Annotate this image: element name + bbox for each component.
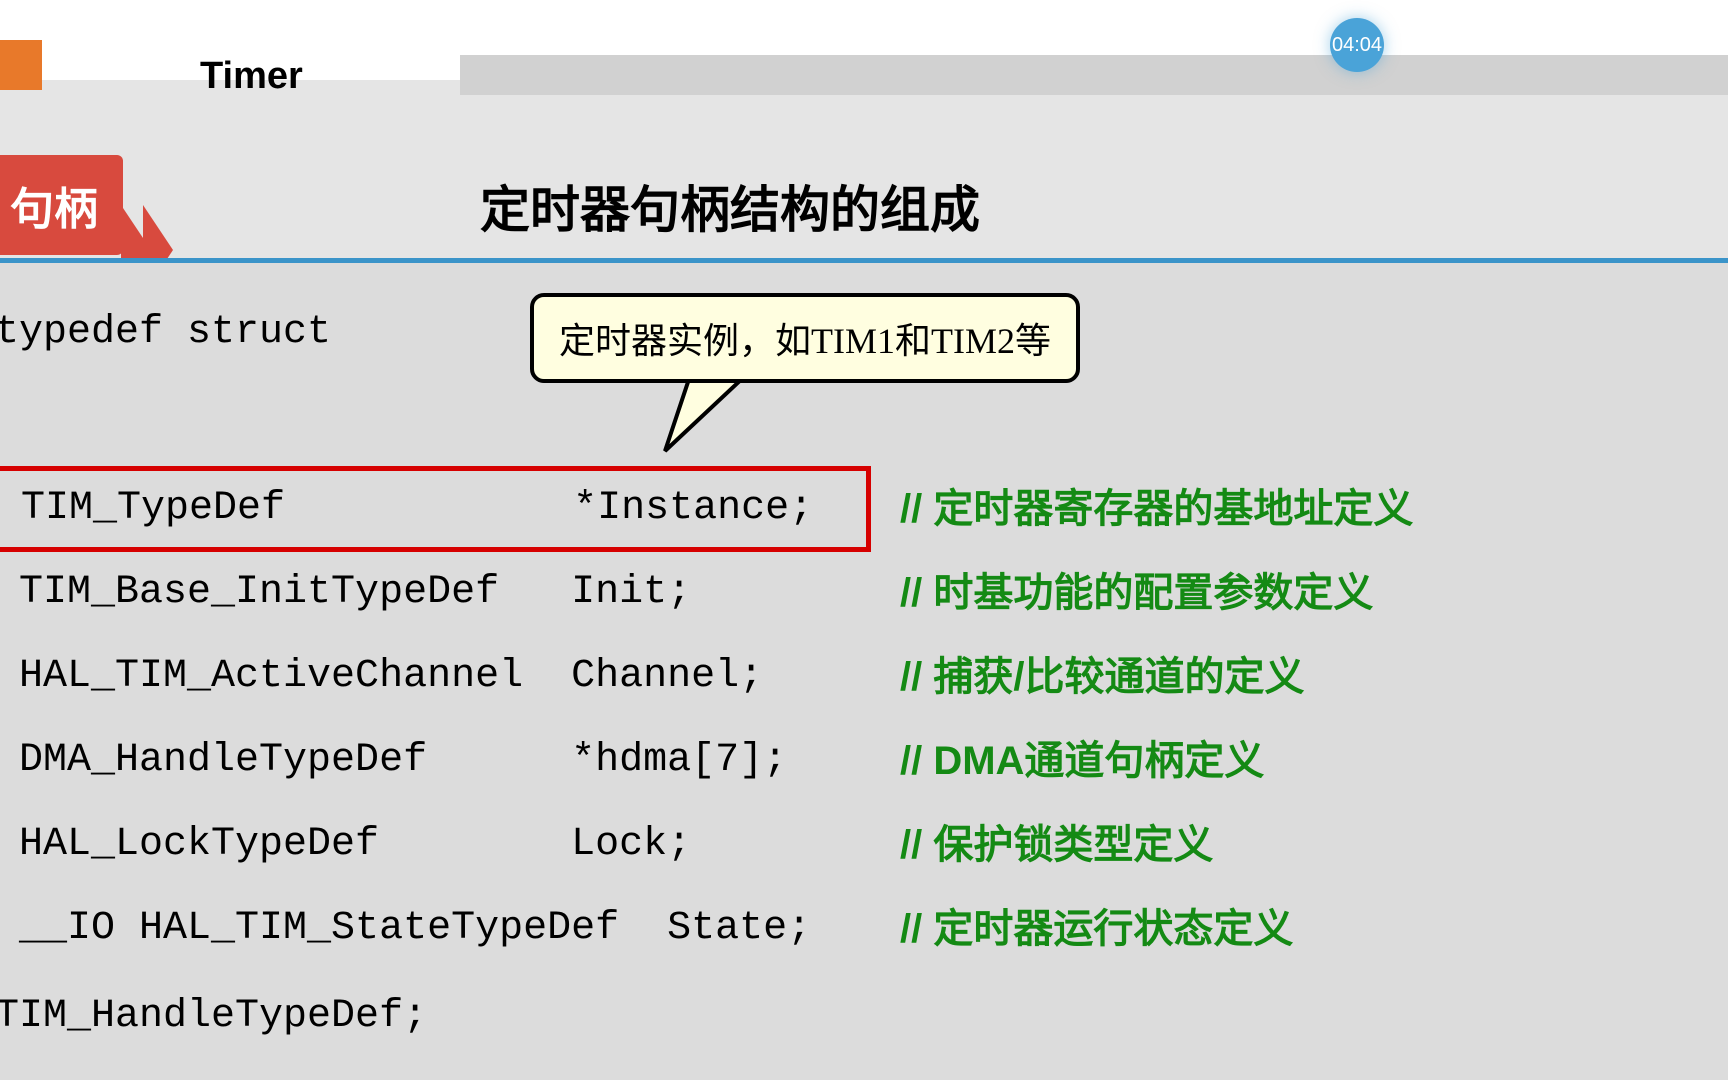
timestamp-badge: 04:04 [1330, 18, 1384, 72]
code-member: DMA_HandleTypeDef *hdma[7]; [0, 731, 859, 791]
code-member: HAL_LockTypeDef Lock; [0, 815, 859, 875]
code-member: HAL_TIM_ActiveChannel Channel; [0, 647, 859, 707]
code-comment: // 保护锁类型定义 [900, 815, 1213, 875]
code-comment: // DMA通道句柄定义 [900, 731, 1264, 791]
timer-label: Timer [200, 55, 303, 98]
code-member-row: __IO HAL_TIM_StateTypeDef State; // 定时器运… [0, 903, 1703, 955]
code-comment: // 定时器运行状态定义 [900, 899, 1293, 959]
code-member-row: HAL_TIM_ActiveChannel Channel; // 捕获/比较通… [0, 651, 1703, 703]
section-label: 句柄 [0, 155, 123, 255]
code-comment: // 时基功能的配置参数定义 [900, 563, 1373, 623]
spacer [811, 899, 883, 959]
code-comment: // 捕获/比较通道的定义 [900, 647, 1304, 707]
code-member: TIM_Base_InitTypeDef Init; [0, 563, 859, 623]
code-area: typedef struct TIM_TypeDef *Instance; //… [0, 263, 1728, 1080]
code-member-row: TIM_Base_InitTypeDef Init; // 时基功能的配置参数定… [0, 567, 1703, 619]
struct-close: TIM_HandleTypeDef; [0, 987, 1703, 1047]
orange-accent-block [0, 40, 42, 90]
code-member: TIM_TypeDef *Instance; [0, 479, 861, 539]
callout-tooltip: 定时器实例，如TIM1和TIM2等 [530, 293, 1080, 383]
code-member-row: HAL_LockTypeDef Lock; // 保护锁类型定义 [0, 819, 1703, 871]
callout-text: 定时器实例，如TIM1和TIM2等 [559, 321, 1051, 361]
code-member-row: TIM_TypeDef *Instance; // 定时器寄存器的基地址定义 [0, 483, 1703, 535]
code-member: __IO HAL_TIM_StateTypeDef State; [0, 899, 811, 959]
section-header: 句柄 [0, 155, 121, 255]
header-gray-bar [460, 55, 1728, 95]
highlighted-member: TIM_TypeDef *Instance; [0, 466, 871, 552]
code-member-row: DMA_HandleTypeDef *hdma[7]; // DMA通道句柄定义 [0, 735, 1703, 787]
code-comment: // 定时器寄存器的基地址定义 [900, 479, 1413, 539]
section-title: 定时器句柄结构的组成 [480, 170, 980, 242]
struct-members: TIM_TypeDef *Instance; // 定时器寄存器的基地址定义 T… [0, 398, 1703, 955]
